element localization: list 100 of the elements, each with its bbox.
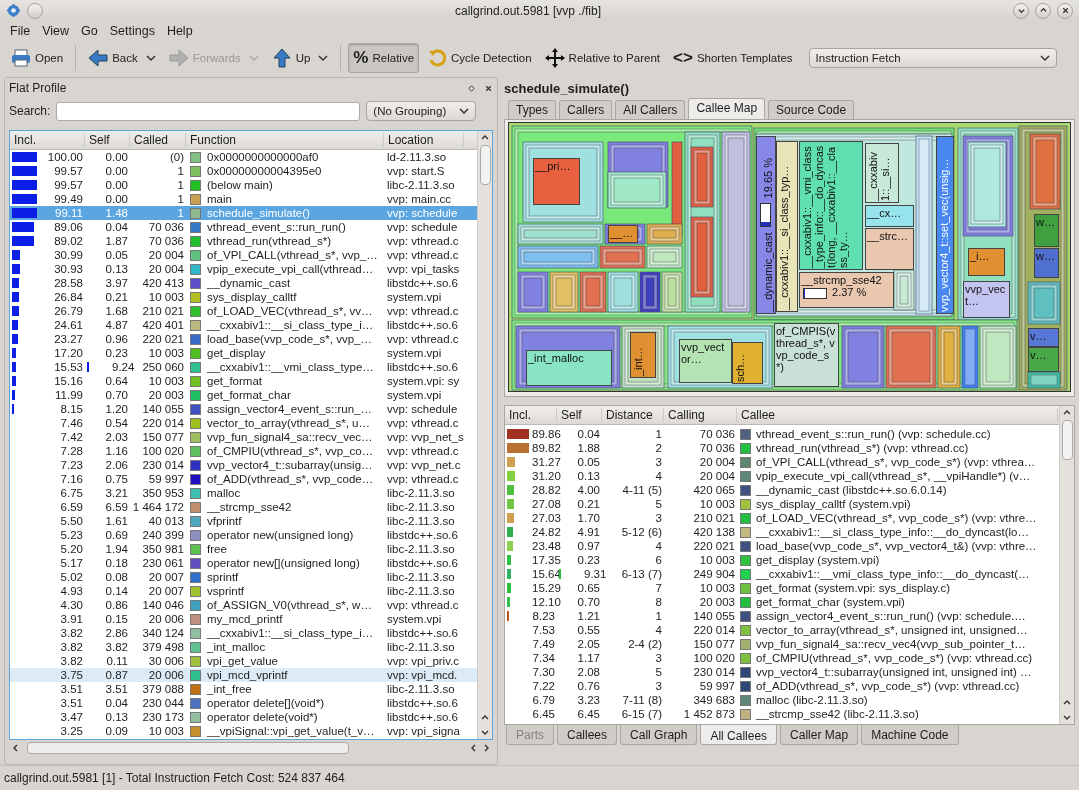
- table-row[interactable]: 5.17 0.18 230 061 operator new[](unsigned long) libstdc++.so.6: [10, 556, 477, 570]
- scrollbar[interactable]: [477, 131, 492, 739]
- toolbar-button[interactable]: Up: [266, 43, 334, 73]
- scrollbar-thumb[interactable]: [27, 742, 349, 754]
- menu-item[interactable]: View: [36, 24, 76, 38]
- treemap-cell[interactable]: __strcmp_sse42 2.37 %: [799, 272, 894, 308]
- table-cell[interactable]: load_base(vvp_code_s*, vvp_vector4_t&) (vvp: vthre…: [753, 540, 1058, 552]
- table-cell[interactable]: vpip_execute_vpi_call(vthread_s*, __vpiHandle*) (v…: [753, 470, 1058, 482]
- table-row[interactable]: 99.57 0.00 1 0x00000000004395e0 vvp: start.S: [10, 164, 477, 178]
- table-row[interactable]: 30.93 0.13 20 004 vpip_execute_vpi_call(vthread… vvp: vpi_tasks: [10, 262, 477, 276]
- toolbar-button[interactable]: Cycle Detection: [422, 43, 537, 73]
- table-row[interactable]: 6.59 6.59 1 464 172 __strcmp_sse42 libc-2.11.3.so: [10, 500, 477, 514]
- treemap-cell[interactable]: sch…: [732, 342, 763, 384]
- table-row[interactable]: 28.58 3.97 420 413 __dynamic_cast libstdc++.so.6: [10, 276, 477, 290]
- close-icon[interactable]: [484, 83, 493, 93]
- treemap-cell[interactable]: v…: [1028, 328, 1059, 347]
- table-row[interactable]: 3.82 3.82 379 498 _int_malloc libc-2.11.3.so: [10, 640, 477, 654]
- table-cell[interactable]: sys_display_calltf (system.vpi): [753, 498, 1058, 510]
- table-cell[interactable]: vthread_event_s::run_run() (vvp: schedule.cc): [753, 428, 1058, 440]
- table-row[interactable]: 3.82 2.86 340 124 __cxxabiv1::__si_class_type_i… libstdc++.so.6: [10, 626, 477, 640]
- treemap-cell[interactable]: __pri…: [533, 158, 580, 205]
- column-header[interactable]: Incl.: [10, 133, 85, 147]
- column-header[interactable]: Calling: [664, 408, 737, 422]
- app-icon[interactable]: [6, 3, 21, 18]
- treemap-cell[interactable]: __cxxabiv1::__si…: [865, 143, 899, 203]
- table-cell[interactable]: of_CMPIU(vthread_s*, vvp_code_s*) (vvp: vthread.cc): [753, 652, 1058, 664]
- minimize-button[interactable]: [1013, 2, 1029, 19]
- table-cell[interactable]: get_display (system.vpi): [753, 554, 1058, 566]
- table-cell[interactable]: malloc (libc-2.11.3.so): [753, 694, 1058, 706]
- table-row[interactable]: 89.02 1.87 70 036 vthread_run(vthread_s*) vvp: vthread.c: [10, 234, 477, 248]
- scrollbar[interactable]: [1059, 406, 1074, 724]
- tab[interactable]: Source Code: [768, 100, 855, 119]
- table-row[interactable]: 3.91 0.15 20 006 my_mcd_printf system.vpi: [10, 612, 477, 626]
- table-row[interactable]: 7.23 2.06 230 014 vvp_vector4_t::subarray(unsig… vvp: vvp_net.c: [10, 458, 477, 472]
- column-header[interactable]: Location: [384, 133, 464, 147]
- table-cell[interactable]: __cxxabiv1::__si_class_type_info::__do_dyncast(lo…: [753, 526, 1058, 538]
- table-row[interactable]: 23.27 0.96 220 021 load_base(vvp_code_s*, vvp_… vvp: vthread.c: [10, 332, 477, 346]
- table-row[interactable]: 5.23 0.69 240 399 operator new(unsigned long) libstdc++.so.6: [10, 528, 477, 542]
- column-header[interactable]: Self: [85, 133, 130, 147]
- table-row[interactable]: 7.16 0.75 59 997 of_ADD(vthread_s*, vvp_code… vvp: vthread.c: [10, 472, 477, 486]
- tab[interactable]: Types: [508, 100, 556, 119]
- table-cell[interactable]: __strcmp_sse42 (libc-2.11.3.so): [753, 708, 1058, 720]
- cost-type-dropdown[interactable]: Instruction Fetch: [808, 48, 1057, 68]
- toolbar-button[interactable]: Back: [83, 43, 161, 73]
- tab[interactable]: Callee Map: [688, 98, 766, 119]
- treemap-cell[interactable]: __dynamic_cast 19.65 %: [756, 136, 776, 314]
- toolbar-button[interactable]: <> Shorten Templates: [668, 43, 798, 73]
- table-cell[interactable]: __dynamic_cast (libstdc++.so.6.0.14): [753, 484, 1058, 496]
- table-cell[interactable]: of_ADD(vthread_s*, vvp_code_s*) (vvp: vthread.cc): [753, 680, 1058, 692]
- table-row[interactable]: 5.20 1.94 350 981 free libc-2.11.3.so: [10, 542, 477, 556]
- toolbar-button[interactable]: Open: [6, 43, 69, 73]
- table-row[interactable]: 4.93 0.14 20 007 vsprintf libc-2.11.3.so: [10, 584, 477, 598]
- table-row[interactable]: 4.30 0.86 140 046 of_ASSIGN_V0(vthread_s*, w… vvp: vthread.c: [10, 598, 477, 612]
- table-row[interactable]: 11.99 0.70 20 003 get_format_char system.vpi: [10, 388, 477, 402]
- treemap-cell[interactable]: w…: [1034, 214, 1059, 247]
- toolbar-button[interactable]: % Relative: [348, 43, 420, 73]
- column-header[interactable]: Self: [557, 408, 602, 422]
- table-row[interactable]: 8.15 1.20 140 055 assign_vector4_event_s::run_… vvp: schedule: [10, 402, 477, 416]
- treemap-cell[interactable]: _int_malloc: [526, 350, 612, 386]
- table-row[interactable]: 17.20 0.23 10 003 get_display system.vpi: [10, 346, 477, 360]
- table-cell[interactable]: get_format_char (system.vpi): [753, 596, 1058, 608]
- table-cell[interactable]: vector_to_array(vthread_s*, unsigned int, unsigned…: [753, 624, 1058, 636]
- treemap-cell[interactable]: __cxxabiv1::__vmi_class_type_info::__do_dyncast(long, __cxxabiv1::__class_ty…: [799, 141, 863, 270]
- tab[interactable]: All Callees: [700, 725, 778, 745]
- tab[interactable]: Caller Map: [780, 725, 859, 745]
- table-row[interactable]: 30.99 0.05 20 004 of_VPI_CALL(vthread_s*, vvp_… vvp: vthread.c: [10, 248, 477, 262]
- close-button[interactable]: [1057, 2, 1073, 19]
- table-row[interactable]: 99.57 0.00 1 (below main) libc-2.11.3.so: [10, 178, 477, 192]
- table-row[interactable]: 5.02 0.08 20 007 sprintf libc-2.11.3.so: [10, 570, 477, 584]
- table-row[interactable]: 89.06 0.04 70 036 vthread_event_s::run_run() vvp: schedule: [10, 220, 477, 234]
- treemap-cell[interactable]: of_CMPIS(vthread_s*, vvp_code_s*): [774, 323, 839, 387]
- table-row[interactable]: 5.50 1.61 40 013 vfprintf libc-2.11.3.so: [10, 514, 477, 528]
- table-row[interactable]: 7.46 0.54 220 014 vector_to_array(vthread_s*, u… vvp: vthread.c: [10, 416, 477, 430]
- table-cell[interactable]: vthread_run(vthread_s*) (vvp: vthread.cc): [753, 442, 1058, 454]
- table-cell[interactable]: vvp_fun_signal4_sa::recv_vec4(vvp_sub_pointer_t…: [753, 638, 1058, 650]
- table-row[interactable]: 7.42 2.03 150 077 vvp_fun_signal4_sa::recv_vec… vvp: vvp_net_s: [10, 430, 477, 444]
- table-row[interactable]: 26.79 1.68 210 021 of_LOAD_VEC(vthread_s*, vv… vvp: vthread.c: [10, 304, 477, 318]
- treemap-cell[interactable]: __strc…: [865, 228, 914, 270]
- treemap-cell[interactable]: vvp_vector…: [679, 339, 732, 383]
- tab[interactable]: Call Graph: [620, 725, 698, 745]
- tab[interactable]: Callees: [557, 725, 618, 745]
- table-row[interactable]: 3.75 0.87 20 006 vpi_mcd_vprintf vvp: vpi_mcd.: [10, 668, 477, 682]
- table-cell[interactable]: assign_vector4_event_s::run_run() (vvp: schedule.…: [753, 610, 1058, 622]
- table-row[interactable]: 24.61 4.87 420 401 __cxxabiv1::__si_class_type_i… libstdc++.so.6: [10, 318, 477, 332]
- table-row[interactable]: 3.51 0.04 230 044 operator delete[](void*) libstdc++.so.6: [10, 696, 477, 710]
- scrollbar-thumb[interactable]: [1061, 420, 1073, 460]
- treemap-cell[interactable]: __cxxabiv1::__si_class_typ…: [776, 141, 798, 312]
- column-header[interactable]: Called: [130, 133, 186, 147]
- menu-item[interactable]: Settings: [103, 24, 161, 38]
- treemap-cell[interactable]: __…: [608, 225, 638, 243]
- table-row[interactable]: 15.53 9.24 250 060 __cxxabiv1::__vmi_class_type… libstdc++.so.6: [10, 360, 477, 374]
- float-icon[interactable]: [467, 83, 476, 93]
- column-header[interactable]: Distance: [602, 408, 664, 422]
- treemap-cell[interactable]: _int…: [630, 332, 656, 378]
- tab[interactable]: Callers: [559, 100, 613, 119]
- treemap-cell[interactable]: v…: [1028, 347, 1059, 372]
- toolbar-button[interactable]: Relative to Parent: [539, 43, 665, 73]
- table-row[interactable]: 15.16 0.64 10 003 get_format system.vpi: sy: [10, 374, 477, 388]
- table-cell[interactable]: get_format (system.vpi: sys_display.c): [753, 582, 1058, 594]
- tab[interactable]: Machine Code: [861, 725, 959, 745]
